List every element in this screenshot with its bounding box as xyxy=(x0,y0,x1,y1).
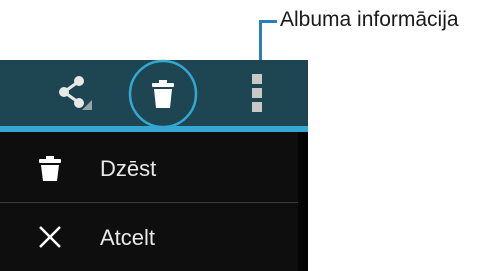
menu-item-cancel[interactable]: Atcelt xyxy=(0,203,298,271)
delete-button[interactable] xyxy=(127,58,199,130)
more-vertical-icon xyxy=(252,74,262,112)
more-options-button[interactable] xyxy=(246,70,268,116)
menu-item-label: Atcelt xyxy=(100,225,156,250)
menu-item-delete[interactable]: Dzēst xyxy=(0,134,298,202)
menu-shadow-edge xyxy=(298,132,308,271)
share-icon xyxy=(59,76,92,110)
callout-label: Albuma informācija xyxy=(280,8,459,31)
menu-item-label: Dzēst xyxy=(100,156,157,181)
share-button[interactable] xyxy=(48,66,104,118)
trash-icon xyxy=(128,59,198,129)
close-icon xyxy=(39,226,61,248)
trash-icon xyxy=(39,156,61,181)
